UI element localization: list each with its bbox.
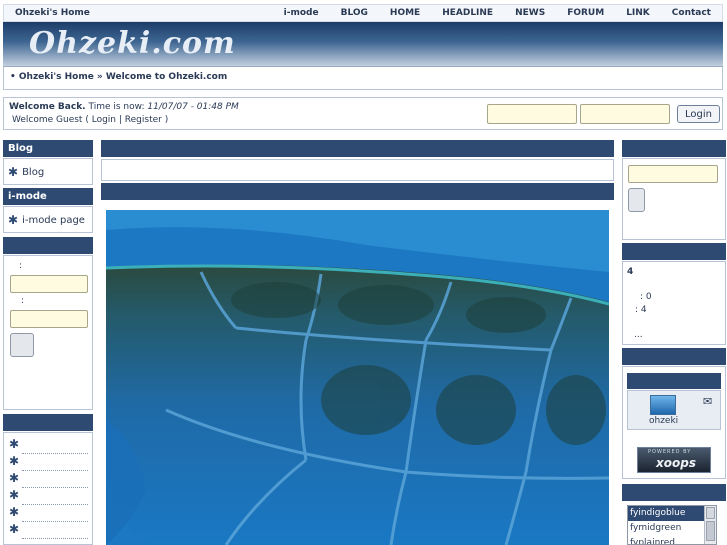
theme-option[interactable]: fyindigoblue [628, 506, 716, 521]
online-count: 4 [627, 267, 634, 277]
center-block-title [101, 140, 614, 157]
center-block [101, 159, 614, 181]
xoops-badge[interactable]: POWERED BY xoops [637, 447, 711, 473]
menu-block: ✱ ✱ ✱ ✱ ✱ ✱ [3, 432, 93, 545]
time-label: Time is now: [88, 102, 145, 112]
imode-block-title: i-mode [3, 188, 93, 205]
user-name[interactable]: ohzeki [649, 416, 678, 426]
divider [22, 470, 88, 471]
divider [22, 521, 88, 522]
guest-close: ) [164, 115, 169, 125]
theme-option[interactable]: fymidgreen [628, 521, 716, 536]
divider [22, 504, 88, 505]
username-input[interactable] [487, 104, 577, 124]
star-icon: ✱ [8, 213, 19, 227]
scroll-up-arrow[interactable] [706, 507, 715, 519]
divider [22, 538, 88, 539]
mail-icon[interactable]: ✉ [703, 395, 712, 408]
divider [22, 487, 88, 488]
menu-item-label: Blog [22, 166, 45, 178]
side-username-input[interactable] [10, 275, 88, 293]
time-value: 11/07/07 - 01:48 PM [147, 102, 239, 112]
user-block-header [627, 373, 721, 389]
star-icon: ✱ [8, 165, 19, 179]
nav-home[interactable]: HOME [390, 8, 420, 18]
login-button[interactable]: Login [677, 105, 720, 123]
nav-news[interactable]: NEWS [515, 8, 545, 18]
online-block-title [622, 243, 726, 260]
theme-block-title [622, 484, 726, 501]
turtle-shell-image [106, 210, 609, 545]
site-banner: Ohzeki.com [3, 22, 723, 67]
avatar[interactable] [650, 395, 676, 415]
nav-contact[interactable]: Contact [672, 8, 711, 18]
search-block [622, 158, 726, 240]
photo-block-title [101, 183, 614, 200]
link-separator: | [118, 115, 122, 125]
online-members: : 0 [640, 292, 652, 302]
login-link[interactable]: Login [92, 115, 116, 125]
online-guests: : 4 [635, 305, 647, 315]
breadcrumb[interactable]: • Ohzeki's Home » Welcome to Ohzeki.com [10, 72, 227, 82]
site-logo[interactable]: Ohzeki.com [29, 26, 236, 61]
top-nav-bar: Ohzeki's Home i-mode BLOG HOME HEADLINE … [3, 4, 723, 22]
login-block: : : [3, 255, 93, 410]
scroll-thumb[interactable] [706, 521, 715, 541]
top-nav: i-mode BLOG HOME HEADLINE NEWS FORUM LIN… [284, 8, 722, 18]
site-name[interactable]: Ohzeki's Home [15, 8, 90, 18]
blog-block-title: Blog [3, 140, 93, 157]
side-password-input[interactable] [10, 310, 88, 328]
star-icon[interactable]: ✱ [9, 454, 19, 468]
xoops-logo-text: xoops [656, 456, 696, 470]
menu-item-blog[interactable]: ✱ Blog [8, 165, 44, 179]
blog-block: ✱ Blog [3, 158, 93, 185]
search-input[interactable] [628, 165, 718, 183]
guest-line: Welcome Guest ( Login | Register ) [12, 115, 168, 125]
nav-forum[interactable]: FORUM [567, 8, 604, 18]
menu-item-label: i-mode page [22, 214, 85, 226]
password-label: : [21, 296, 25, 306]
theme-scrollbar[interactable] [704, 506, 716, 544]
user-block: ohzeki ✉ POWERED BY xoops [622, 366, 726, 479]
theme-option[interactable]: fyplainred [628, 536, 716, 544]
nav-headline[interactable]: HEADLINE [442, 8, 493, 18]
password-input[interactable] [580, 104, 670, 124]
login-block-title [3, 237, 93, 254]
star-icon[interactable]: ✱ [9, 488, 19, 502]
nav-imode[interactable]: i-mode [284, 8, 319, 18]
register-link[interactable]: Register [125, 115, 162, 125]
search-button[interactable] [628, 188, 645, 212]
turtle-photo [106, 210, 609, 545]
menu-item-imode[interactable]: ✱ i-mode page [8, 213, 85, 227]
welcome-status: Welcome Back. Time is now: 11/07/07 - 01… [9, 102, 239, 112]
breadcrumb-bar: • Ohzeki's Home » Welcome to Ohzeki.com [3, 67, 723, 90]
guest-text: Welcome Guest ( [12, 115, 89, 125]
online-block: 4 : 0 : 4 ... [622, 261, 726, 345]
welcome-prefix: Welcome Back. [9, 102, 86, 112]
user-block-title [622, 348, 726, 365]
nav-link[interactable]: LINK [626, 8, 650, 18]
nav-blog[interactable]: BLOG [341, 8, 368, 18]
theme-select[interactable]: fyindigoblue fymidgreen fyplainred [627, 505, 717, 545]
star-icon[interactable]: ✱ [9, 437, 19, 451]
powered-by-text: POWERED BY [648, 449, 692, 455]
menu-block-title [3, 414, 93, 431]
welcome-bar: Welcome Back. Time is now: 11/07/07 - 01… [3, 97, 723, 130]
star-icon[interactable]: ✱ [9, 522, 19, 536]
star-icon[interactable]: ✱ [9, 471, 19, 485]
imode-block: ✱ i-mode page [3, 206, 93, 233]
divider [22, 453, 88, 454]
side-login-button[interactable] [10, 333, 34, 357]
username-label: : [19, 261, 23, 271]
online-more-link[interactable]: ... [634, 330, 643, 340]
star-icon[interactable]: ✱ [9, 505, 19, 519]
search-block-title [622, 140, 726, 157]
